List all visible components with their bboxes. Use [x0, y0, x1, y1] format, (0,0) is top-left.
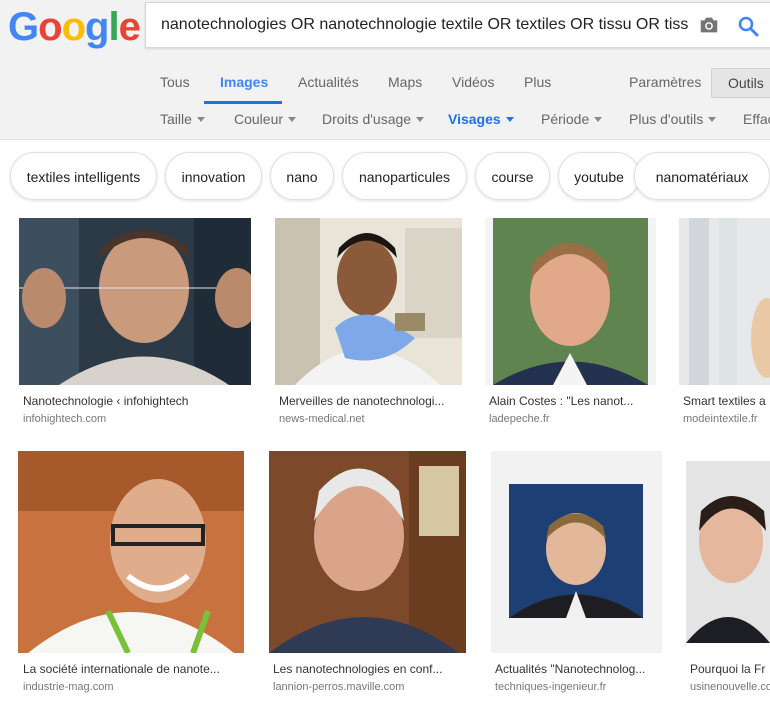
result-source: modeintextile.fr — [683, 413, 758, 425]
result-thumbnail[interactable] — [269, 451, 466, 653]
logo-letter: e — [118, 5, 141, 49]
image-result[interactable]: Nanotechnologie ‹ infohightech infohight… — [18, 218, 252, 433]
tool-label: Plus d'outils — [629, 111, 704, 127]
chip-nanoparticules[interactable]: nanoparticules — [342, 152, 467, 200]
image-result[interactable]: Actualités "Nanotechnolog... techniques-… — [491, 451, 663, 701]
chip-course[interactable]: course — [475, 152, 550, 200]
tab-tous[interactable]: Tous — [160, 74, 190, 90]
result-source: infohightech.com — [23, 413, 107, 425]
result-caption: Pourquoi la Fr — [690, 662, 766, 676]
tool-plus-outils[interactable]: Plus d'outils — [629, 111, 717, 127]
chip-youtube[interactable]: youtube — [558, 152, 640, 200]
result-caption: Nanotechnologie ‹ infohightech — [23, 394, 189, 408]
image-result[interactable]: Pourquoi la Fr usinenouvelle.com — [686, 451, 770, 701]
result-thumbnail[interactable] — [275, 218, 462, 385]
result-thumbnail[interactable] — [18, 451, 244, 653]
image-result[interactable]: Smart textiles a modeintextile.fr — [679, 218, 770, 433]
tab-parametres[interactable]: Paramètres — [629, 74, 701, 90]
result-source: lannion-perros.maville.com — [273, 681, 405, 693]
tool-periode[interactable]: Période — [541, 111, 603, 127]
chip-textiles-intelligents[interactable]: textiles intelligents — [10, 152, 157, 200]
camera-icon[interactable] — [698, 14, 720, 36]
image-result[interactable]: La société internationale de nanote... i… — [18, 451, 246, 701]
dropdown-caret-icon — [288, 117, 297, 122]
chip-nanomateriaux[interactable]: nanomatériaux — [634, 152, 770, 200]
google-logo[interactable]: Google — [8, 5, 141, 50]
logo-letter: o — [61, 5, 86, 49]
tool-label: Visages — [448, 111, 501, 127]
result-caption: Les nanotechnologies en conf... — [273, 662, 443, 676]
image-result[interactable]: Merveilles de nanotechnologi... news-med… — [275, 218, 463, 433]
result-caption: Alain Costes : "Les nanot... — [489, 394, 634, 408]
tool-label: Période — [541, 111, 590, 127]
logo-letter: o — [38, 5, 62, 49]
tab-videos[interactable]: Vidéos — [452, 74, 495, 90]
logo-letter: g — [85, 5, 109, 49]
logo-letter: l — [108, 5, 119, 49]
result-thumbnail[interactable] — [491, 451, 662, 653]
dropdown-caret-icon — [505, 117, 514, 122]
result-caption: La société internationale de nanote... — [23, 662, 220, 676]
tool-label: Droits d'usage — [322, 111, 412, 127]
search-tabs: Tous Images Actualités Maps Vidéos Plus … — [0, 74, 770, 104]
result-thumbnail[interactable] — [19, 218, 251, 385]
tool-taille[interactable]: Taille — [160, 111, 205, 127]
chip-innovation[interactable]: innovation — [165, 152, 262, 200]
result-source: techniques-ingenieur.fr — [495, 681, 607, 693]
result-thumbnail[interactable] — [686, 461, 770, 643]
dropdown-caret-icon — [196, 117, 205, 122]
tool-visages[interactable]: Visages — [448, 111, 514, 127]
image-result[interactable]: Les nanotechnologies en conf... lannion-… — [269, 451, 467, 701]
result-source: news-medical.net — [279, 413, 365, 425]
active-tab-indicator — [204, 101, 282, 104]
tool-label: Taille — [160, 111, 192, 127]
tool-label: Couleur — [234, 111, 284, 127]
tool-droits-usage[interactable]: Droits d'usage — [322, 111, 425, 127]
related-searches: textiles intelligents innovation nano na… — [0, 152, 770, 204]
result-caption: Smart textiles a — [683, 394, 766, 408]
tab-maps[interactable]: Maps — [388, 74, 422, 90]
tools-button[interactable]: Outils — [711, 68, 770, 98]
result-thumbnail[interactable] — [679, 218, 770, 385]
result-source: usinenouvelle.com — [690, 681, 770, 693]
result-thumbnail[interactable] — [485, 218, 656, 385]
tools-button-label: Outils — [728, 75, 764, 91]
dropdown-caret-icon — [594, 117, 603, 122]
header: Google nanotechnologies OR nanotechnolog… — [0, 0, 770, 140]
dropdown-caret-icon — [708, 117, 717, 122]
tool-effacer[interactable]: Effac — [743, 111, 770, 127]
tab-plus[interactable]: Plus — [524, 74, 551, 90]
tools-bar: Taille Couleur Droits d'usage Visages Pé… — [0, 111, 770, 131]
result-source: ladepeche.fr — [489, 413, 550, 425]
result-source: industrie-mag.com — [23, 681, 114, 693]
tab-actualites[interactable]: Actualités — [298, 74, 359, 90]
tab-images[interactable]: Images — [220, 74, 268, 90]
logo-letter: G — [8, 5, 39, 49]
search-box[interactable]: nanotechnologies OR nanotechnologie text… — [145, 2, 770, 48]
search-input[interactable]: nanotechnologies OR nanotechnologie text… — [161, 16, 691, 34]
image-result[interactable]: Alain Costes : "Les nanot... ladepeche.f… — [485, 218, 656, 433]
search-icon[interactable] — [736, 14, 760, 38]
result-caption: Actualités "Nanotechnolog... — [495, 662, 646, 676]
tool-couleur[interactable]: Couleur — [234, 111, 297, 127]
result-caption: Merveilles de nanotechnologi... — [279, 394, 445, 408]
chip-nano[interactable]: nano — [270, 152, 334, 200]
dropdown-caret-icon — [416, 117, 425, 122]
